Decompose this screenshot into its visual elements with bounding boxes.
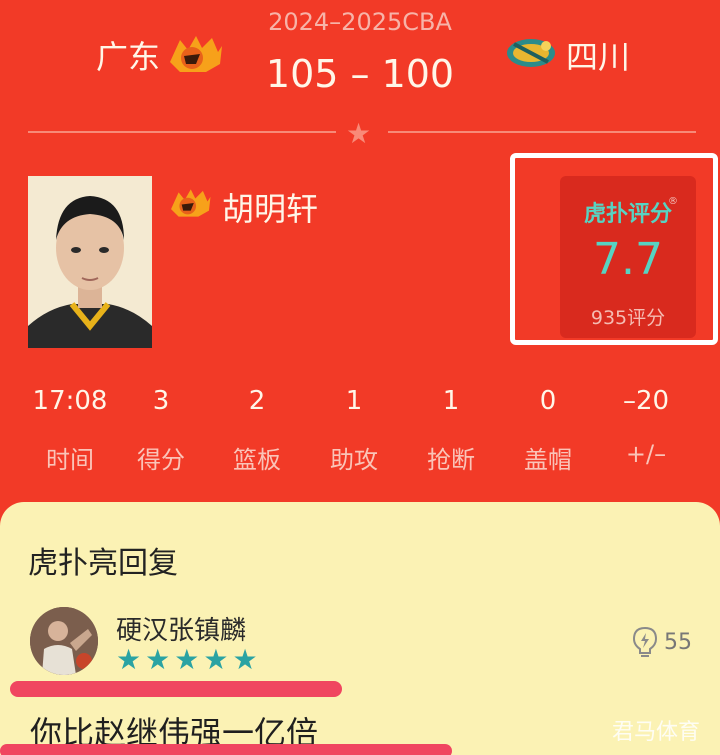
- highlight-underline: [0, 744, 452, 755]
- user-rating-stars: ★ ★ ★ ★ ★: [116, 646, 258, 674]
- stat-assists-label: 助攻: [330, 446, 378, 474]
- stat-time-label: 时间: [46, 446, 94, 474]
- avatar[interactable]: [30, 607, 98, 675]
- registered-mark: ®: [668, 196, 678, 207]
- star-icon: ★: [116, 643, 142, 676]
- lightbulb-icon: [632, 626, 658, 657]
- stat-assists-value: 1: [345, 386, 363, 416]
- star-icon: ★: [232, 643, 258, 676]
- stat-plusminus-label: +/–: [625, 440, 667, 468]
- stat-steals-value: 1: [442, 386, 460, 416]
- like-button[interactable]: 55: [632, 626, 692, 658]
- guangdong-tigers-logo-icon: [171, 189, 211, 217]
- divider-right: [388, 131, 696, 133]
- stat-steals-label: 抢断: [427, 446, 475, 474]
- stat-time-value: 17:08: [32, 386, 108, 416]
- star-icon: ★: [174, 643, 200, 676]
- match-header: 2024–2025CBA 广东 105 – 100 四川: [0, 0, 720, 120]
- player-name[interactable]: 胡明轩: [222, 184, 318, 230]
- sichuan-logo-icon[interactable]: [504, 34, 558, 72]
- stat-points-label: 得分: [137, 446, 185, 474]
- rating-value: 7.7: [593, 234, 663, 285]
- stat-rebounds-label: 篮板: [233, 446, 281, 474]
- watermark: 君马体育: [612, 720, 701, 745]
- like-count: 55: [664, 629, 692, 655]
- stat-blocks-label: 盖帽: [524, 446, 572, 474]
- reply-username[interactable]: 硬汉张镇麟: [116, 610, 246, 647]
- reply-section-title: 虎扑亮回复: [28, 546, 178, 581]
- stat-plusminus-value: –20: [622, 386, 670, 416]
- rating-card[interactable]: 虎扑评分 ® 7.7 935评分: [560, 176, 696, 338]
- stat-rebounds-value: 2: [248, 386, 266, 416]
- player-photo[interactable]: [28, 176, 152, 348]
- star-icon: ★: [203, 643, 229, 676]
- rating-count: 935评分: [590, 307, 666, 329]
- away-team-name[interactable]: 四川: [566, 32, 630, 78]
- stat-points-value: 3: [152, 386, 170, 416]
- stat-blocks-value: 0: [539, 386, 557, 416]
- star-icon: ★: [145, 643, 171, 676]
- divider-left: [28, 131, 336, 133]
- highlight-underline: [10, 681, 342, 697]
- star-icon: ★: [346, 117, 372, 150]
